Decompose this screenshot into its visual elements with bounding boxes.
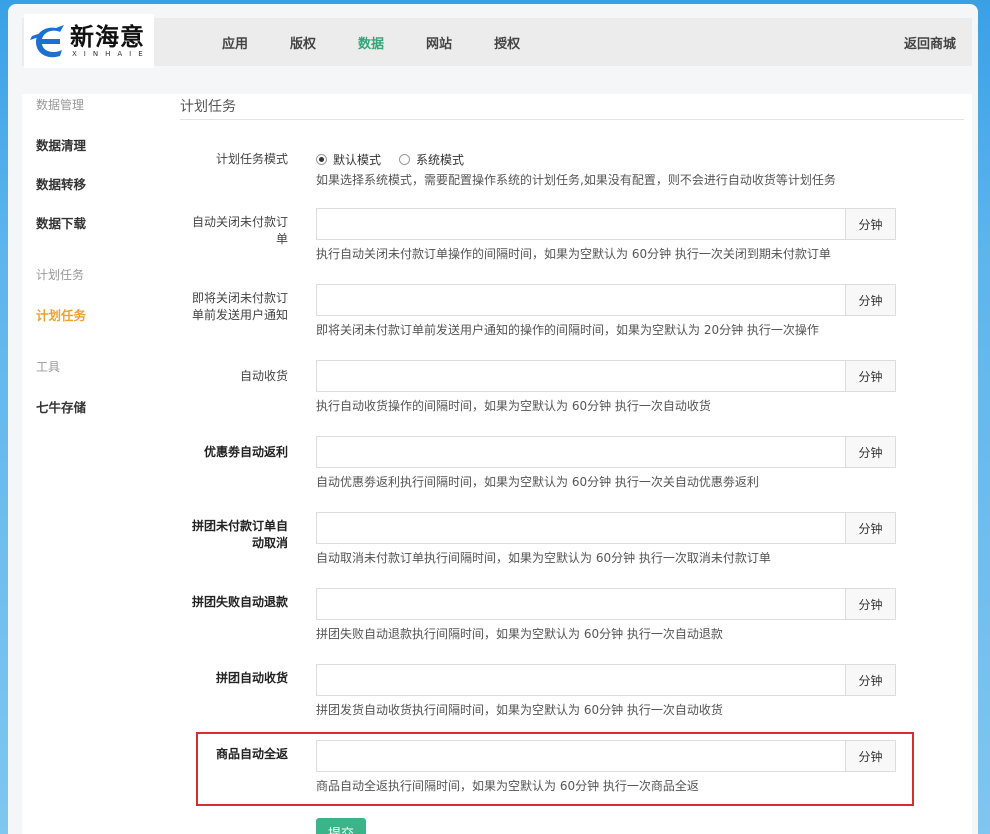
field-help: 自动取消未付款订单执行间隔时间，如果为空默认为 60分钟 执行一次取消未付款订单	[316, 551, 771, 565]
interval-input[interactable]	[316, 664, 846, 696]
sidebar-item-data-download[interactable]: 数据下载	[36, 213, 156, 232]
sidebar-item-data-transfer[interactable]: 数据转移	[36, 174, 156, 193]
nav-item-license[interactable]: 授权	[494, 33, 520, 52]
brand-logo[interactable]: 新海意 XINHAIE	[24, 14, 154, 68]
radio-system-mode[interactable]	[399, 153, 411, 165]
sidebar-item-data-cleanup[interactable]: 数据清理	[36, 135, 156, 154]
sidebar-group-title: 计划任务	[36, 268, 85, 282]
interval-input[interactable]	[316, 588, 846, 620]
field-label: 拼团失败自动退款	[191, 595, 288, 609]
unit-addon: 分钟	[846, 588, 896, 620]
field-help: 执行自动关闭未付款订单操作的间隔时间，如果为空默认为 60分钟 执行一次关闭到期…	[316, 247, 831, 261]
nav-item-data[interactable]: 数据	[358, 33, 384, 52]
unit-addon: 分钟	[846, 284, 896, 316]
sidebar-group-title: 工具	[36, 360, 61, 374]
field-label: 即将关闭未付款订 单前发送用户通知	[191, 291, 288, 322]
submit-button[interactable]: 提交	[316, 818, 366, 834]
interval-input-group: 分钟	[316, 436, 896, 468]
page-title: 计划任务	[180, 96, 964, 120]
field-help: 拼团失败自动退款执行间隔时间，如果为空默认为 60分钟 执行一次自动退款	[316, 627, 723, 641]
brand-name: 新海意	[70, 23, 145, 51]
nav-item-apps[interactable]: 应用	[222, 33, 248, 52]
interval-input-group: 分钟	[316, 360, 896, 392]
field-label: 拼团未付款订单自 动取消	[191, 519, 288, 550]
nav-item-website[interactable]: 网站	[426, 33, 452, 52]
unit-addon: 分钟	[846, 208, 896, 240]
field-label: 计划任务模式	[215, 152, 288, 166]
nav-item-copyright[interactable]: 版权	[290, 33, 316, 52]
field-help: 如果选择系统模式，需要配置操作系统的计划任务,如果没有配置，则不会进行自动收货等…	[316, 173, 836, 187]
field-label: 自动收货	[239, 369, 288, 383]
field-help: 执行自动收货操作的间隔时间，如果为空默认为 60分钟 执行一次自动收货	[316, 399, 711, 413]
brand-mark-icon	[30, 22, 68, 60]
interval-input-group: 分钟	[316, 284, 896, 316]
main-nav: 应用 版权 数据 网站 授权	[222, 18, 562, 66]
top-navbar: 新海意 XINHAIE 应用 版权 数据 网站 授权 返回商城	[22, 14, 972, 68]
highlight-annotation	[196, 732, 914, 806]
interval-input[interactable]	[316, 436, 846, 468]
sidebar: 数据管理 数据清理 数据转移 数据下载 计划任务 计划任务 工具 七牛存储	[36, 96, 156, 436]
interval-input[interactable]	[316, 512, 846, 544]
interval-input-group: 分钟	[316, 588, 896, 620]
interval-input-group: 分钟	[316, 664, 896, 696]
mode-radio-group: 默认模式 系统模式	[316, 150, 482, 168]
sidebar-item-qiniu-storage[interactable]: 七牛存储	[36, 397, 156, 416]
sidebar-item-scheduled-tasks[interactable]: 计划任务	[36, 305, 156, 324]
radio-default-mode[interactable]	[316, 153, 327, 165]
field-label: 拼团自动收货	[215, 671, 288, 685]
app-window: 新海意 XINHAIE 应用 版权 数据 网站 授权 返回商城 数据管理 数据清…	[8, 4, 978, 834]
interval-input-group: 分钟	[316, 512, 896, 544]
interval-input[interactable]	[316, 284, 846, 316]
field-help: 自动优惠劵返利执行间隔时间，如果为空默认为 60分钟 执行一次关自动优惠劵返利	[316, 475, 759, 489]
field-help: 拼团发货自动收货执行间隔时间，如果为空默认为 60分钟 执行一次自动收货	[316, 703, 723, 717]
unit-addon: 分钟	[846, 436, 896, 468]
unit-addon: 分钟	[846, 664, 896, 696]
interval-input[interactable]	[316, 208, 846, 240]
field-label: 自动关闭未付款订 单	[191, 215, 288, 246]
unit-addon: 分钟	[846, 360, 896, 392]
field-help: 即将关闭未付款订单前发送用户通知的操作的间隔时间，如果为空默认为 20分钟 执行…	[316, 323, 819, 337]
radio-label: 默认模式	[333, 152, 382, 167]
radio-label: 系统模式	[416, 152, 465, 167]
brand-name-en: XINHAIE	[72, 50, 150, 58]
main-content: 计划任务 计划任务模式 默认模式 系统模式 如果选择系统模式，需要配置操作系统的…	[180, 96, 964, 793]
field-label: 优惠劵自动返利	[203, 445, 288, 459]
interval-input[interactable]	[316, 360, 846, 392]
unit-addon: 分钟	[846, 512, 896, 544]
back-to-mall-link[interactable]: 返回商城	[904, 18, 956, 66]
sidebar-group-title: 数据管理	[36, 98, 85, 112]
interval-input-group: 分钟	[316, 208, 896, 240]
